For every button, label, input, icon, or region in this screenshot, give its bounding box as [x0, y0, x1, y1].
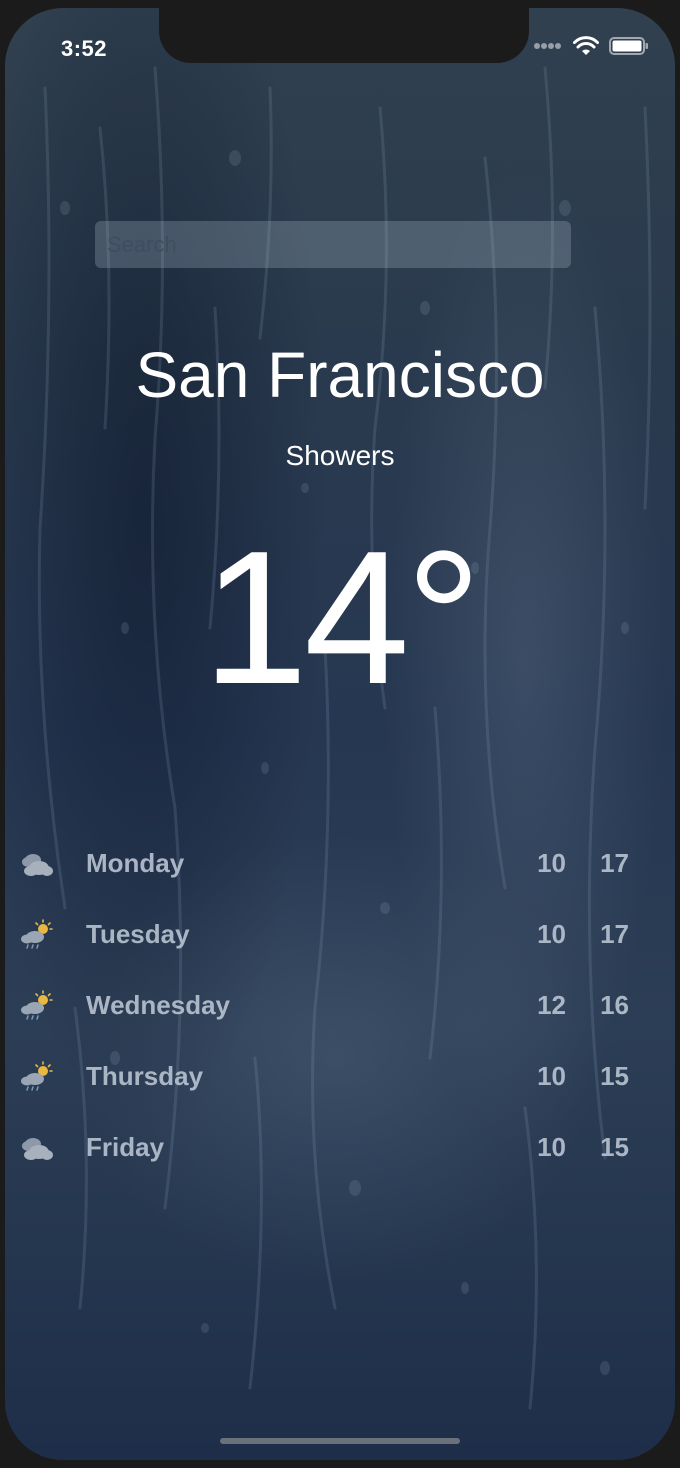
- weather-condition: Showers: [285, 440, 395, 471]
- forecast-row-monday: Monday 10 17: [5, 828, 675, 899]
- forecast-row-thursday: Thursday 10 15: [5, 1041, 675, 1112]
- forecast-low: 10: [537, 919, 566, 949]
- cloudy-icon: [22, 854, 53, 876]
- forecast-high: 15: [600, 1061, 629, 1091]
- home-indicator[interactable]: [220, 1438, 460, 1444]
- forecast-low: 10: [537, 1061, 566, 1091]
- forecast-day: Monday: [86, 848, 185, 878]
- sun-cloud-rain-icon: [21, 990, 53, 1020]
- forecast-low: 10: [537, 848, 566, 878]
- forecast-day: Tuesday: [86, 919, 190, 949]
- forecast-low: 10: [537, 1132, 566, 1162]
- forecast-row-tuesday: Tuesday 10 17: [5, 899, 675, 970]
- wifi-icon: [573, 36, 599, 55]
- city-name: San Francisco: [135, 339, 545, 411]
- forecast-row-friday: Friday 10 15: [5, 1112, 675, 1183]
- forecast-day: Friday: [86, 1132, 165, 1162]
- battery-icon: [609, 37, 648, 55]
- status-icons: [533, 36, 649, 56]
- forecast-high: 17: [600, 848, 629, 878]
- cloudy-icon: [22, 1138, 53, 1160]
- forecast-high: 15: [600, 1132, 629, 1162]
- device-notch: [159, 8, 529, 63]
- sun-cloud-rain-icon: [21, 1061, 53, 1091]
- forecast-day: Thursday: [86, 1061, 204, 1091]
- forecast-high: 16: [600, 990, 629, 1020]
- weather-screen: 3:52 San Francisco Showers 14°: [5, 8, 675, 1460]
- forecast-row-wednesday: Wednesday 12 16: [5, 970, 675, 1041]
- forecast-high: 17: [600, 919, 629, 949]
- search-input[interactable]: [95, 221, 571, 268]
- forecast-low: 12: [537, 990, 566, 1020]
- current-temperature: 14°: [202, 512, 481, 724]
- forecast-list: Monday 10 17 Tuesday 10 17 Wednesday 12 …: [5, 828, 675, 1183]
- sun-cloud-rain-icon: [21, 919, 53, 949]
- status-time: 3:52: [61, 36, 108, 61]
- forecast-day: Wednesday: [86, 990, 231, 1020]
- phone-frame: 3:52 San Francisco Showers 14°: [0, 0, 680, 1468]
- signal-dots-icon: [534, 43, 561, 49]
